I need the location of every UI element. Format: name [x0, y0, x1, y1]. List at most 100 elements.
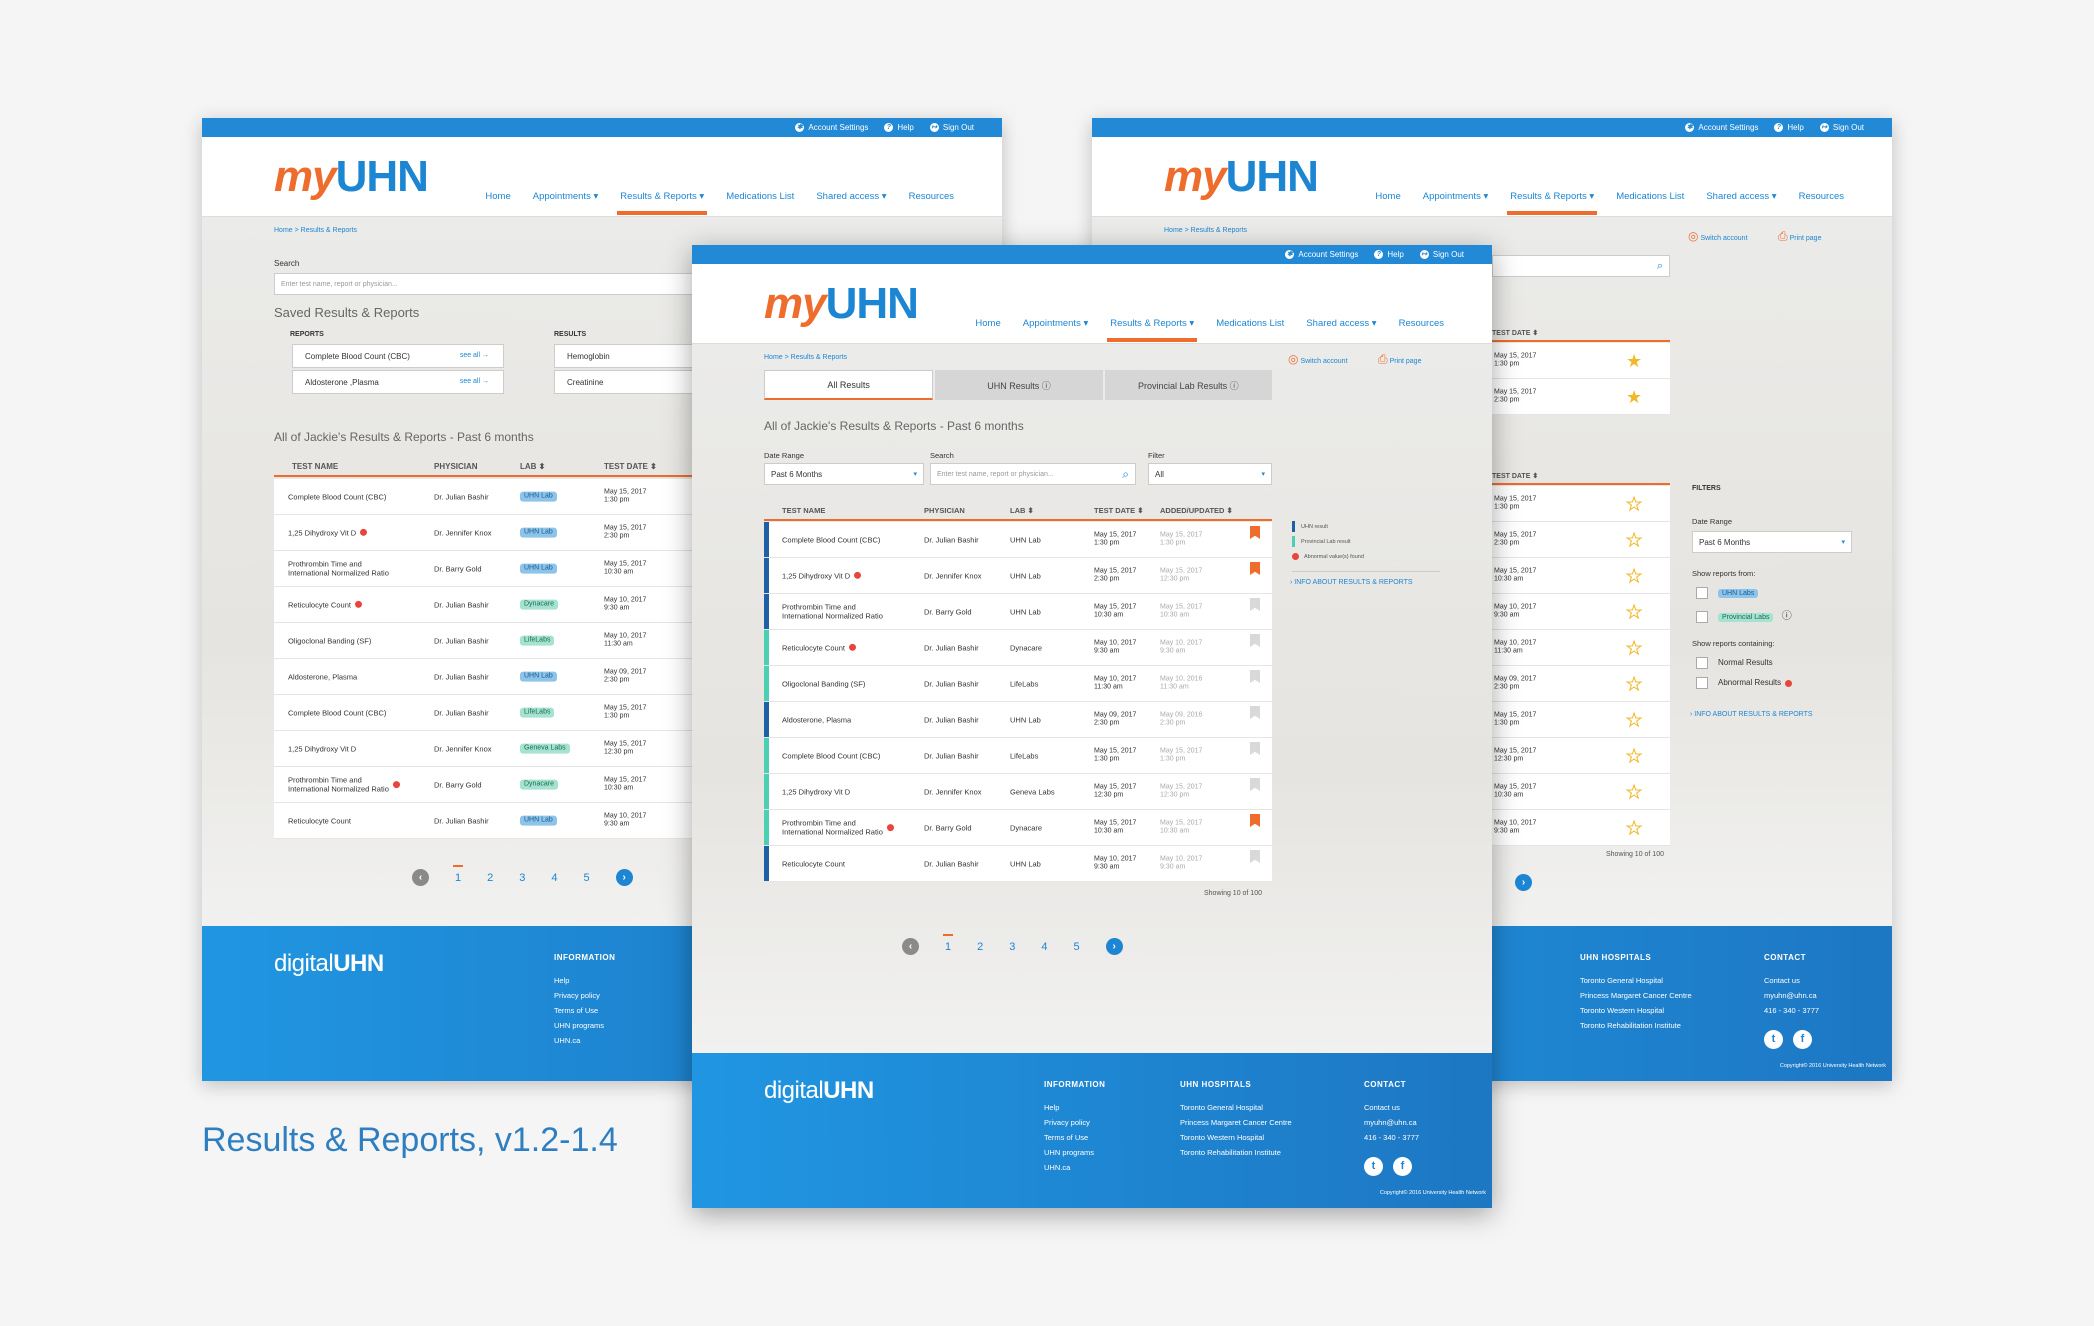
table-row[interactable]: Reticulocyte Count Dr. Julian Bashir UHN L… [274, 803, 714, 839]
normal-results-checkbox[interactable]: Normal Results [1696, 657, 1773, 669]
test-name[interactable]: 1,25 Dihydroxy Vit D [288, 744, 356, 753]
test-name[interactable]: Prothrombin Time and International Normal… [782, 818, 894, 837]
test-name[interactable]: Prothrombin Time and International Normal… [288, 775, 400, 794]
page-link[interactable]: 4 [1041, 941, 1047, 953]
next-page-icon[interactable]: › [615, 869, 633, 886]
footer-link[interactable]: Toronto General Hospital [1580, 973, 1692, 988]
nav-resources[interactable]: Resources [909, 191, 954, 202]
search-input[interactable]: Enter test name, report or physician... [274, 273, 694, 295]
table-row[interactable]: Reticulocyte Count Dr. Julian Bashir Dynac… [274, 587, 714, 623]
test-name[interactable]: Prothrombin Time and International Normal… [782, 602, 883, 621]
footer-link[interactable]: Privacy policy [1044, 1115, 1105, 1130]
star-icon[interactable]: ★ [1626, 349, 1642, 372]
footer-link[interactable]: Toronto Rehabilitation Institute [1180, 1145, 1292, 1160]
test-name[interactable]: 1,25 Dihydroxy Vit D [782, 787, 850, 796]
bookmark-icon[interactable] [1250, 562, 1260, 575]
date-range-select[interactable]: Past 6 Months ▾ [1692, 531, 1852, 553]
footer-link[interactable]: Terms of Use [554, 1003, 615, 1018]
bookmark-icon[interactable] [1250, 598, 1260, 611]
info-icon[interactable]: ⓘ [1782, 611, 1792, 622]
table-row[interactable]: Reticulocyte Count Dr. Julian Bashir Dynac… [764, 630, 1272, 666]
test-name[interactable]: Reticulocyte Count [782, 859, 845, 868]
bookmark-icon[interactable] [1250, 706, 1260, 719]
table-row[interactable]: May 10, 2017 9:30 am ★ [1492, 810, 1670, 846]
test-name[interactable]: Aldosterone, Plasma [782, 715, 851, 724]
col-added-updated[interactable]: ADDED/UPDATED ⬍ [1160, 506, 1233, 515]
table-row[interactable]: Aldosterone, Plasma Dr. Julian Bashir UHN … [274, 659, 714, 695]
saved-result-item[interactable]: Hemoglobin [554, 344, 714, 368]
myuhn-logo[interactable]: myUHN [1164, 155, 1319, 199]
star-outline-icon[interactable]: ★ [1625, 672, 1642, 695]
star-outline-icon[interactable]: ★ [1625, 492, 1642, 515]
twitter-icon[interactable]: t [1364, 1157, 1383, 1176]
page-link[interactable]: 3 [1009, 941, 1015, 953]
nav-shared-access[interactable]: Shared access ▾ [1706, 191, 1776, 202]
nav-appointments[interactable]: Appointments ▾ [533, 191, 599, 202]
table-row[interactable]: Oligoclonal Banding (SF) Dr. Julian Bashi… [764, 666, 1272, 702]
star-outline-icon[interactable]: ★ [1625, 528, 1642, 551]
next-page-icon[interactable]: › [1105, 938, 1123, 955]
col-test-date[interactable]: TEST DATE ⬍ [1492, 472, 1538, 480]
nav-home[interactable]: Home [485, 191, 510, 202]
table-row[interactable]: Complete Blood Count (CBC) Dr. Julian Bas… [274, 479, 714, 515]
table-row[interactable]: Complete Blood Count (CBC) Dr. Julian Bas… [764, 522, 1272, 558]
table-row[interactable]: May 15, 2017 1:30 pm ★ [1492, 343, 1670, 379]
footer-link[interactable]: Toronto Rehabilitation Institute [1580, 1018, 1692, 1033]
test-name[interactable]: 1,25 Dihydroxy Vit D [782, 571, 862, 580]
footer-link[interactable]: Toronto Western Hospital [1580, 1003, 1692, 1018]
footer-link[interactable]: Contact us [1364, 1100, 1419, 1115]
test-name[interactable]: Complete Blood Count (CBC) [288, 708, 386, 717]
table-row[interactable]: Prothrombin Time and International Normal… [274, 767, 714, 803]
nav-shared-access[interactable]: Shared access ▾ [816, 191, 886, 202]
search-input[interactable]: Enter test name, report or physician... ⌕ [930, 463, 1136, 485]
info-about-link[interactable]: › INFO ABOUT RESULTS & REPORTS [1290, 579, 1413, 586]
table-row[interactable]: 1,25 Dihydroxy Vit D Dr. Jennifer Knox Gen… [764, 774, 1272, 810]
breadcrumb[interactable]: Home > Results & Reports [1164, 227, 1247, 234]
table-row[interactable]: Oligoclonal Banding (SF) Dr. Julian Bashi… [274, 623, 714, 659]
switch-account-link[interactable]: ◎ Switch account [1688, 229, 1748, 243]
search-input[interactable]: ⌕ [1492, 255, 1670, 277]
star-outline-icon[interactable]: ★ [1625, 600, 1642, 623]
footer-link[interactable]: Princess Margaret Cancer Centre [1180, 1115, 1292, 1130]
col-lab[interactable]: LAB ⬍ [520, 462, 545, 471]
facebook-icon[interactable]: f [1393, 1157, 1412, 1176]
nav-medications[interactable]: Medications List [1616, 191, 1684, 202]
table-row[interactable]: May 15, 2017 12:30 pm ★ [1492, 738, 1670, 774]
star-outline-icon[interactable]: ★ [1625, 816, 1642, 839]
help-link[interactable]: ? Help [884, 123, 914, 132]
col-test-date[interactable]: TEST DATE ⬍ [604, 462, 657, 471]
test-name[interactable]: Reticulocyte Count [782, 643, 856, 652]
nav-results-reports[interactable]: Results & Reports ▾ [617, 191, 708, 215]
tab-all-results[interactable]: All Results [764, 370, 934, 400]
table-row[interactable]: May 15, 2017 10:30 am ★ [1492, 558, 1670, 594]
page-link[interactable]: 2 [977, 941, 983, 953]
test-name[interactable]: Oligoclonal Banding (SF) [288, 636, 371, 645]
saved-result-item[interactable]: Creatinine [554, 370, 714, 394]
col-test-date[interactable]: TEST DATE ⬍ [1492, 329, 1538, 337]
col-physician[interactable]: PHYSICIAN [434, 462, 478, 471]
col-test-name[interactable]: TEST NAME [782, 506, 825, 515]
col-lab[interactable]: LAB ⬍ [1010, 506, 1034, 515]
uhn-labs-checkbox[interactable]: UHN Labs [1696, 587, 1759, 599]
star-outline-icon[interactable]: ★ [1625, 636, 1642, 659]
sign-out-link[interactable]: ↦ Sign Out [1819, 123, 1864, 132]
table-row[interactable]: May 10, 2017 9:30 am ★ [1492, 594, 1670, 630]
search-icon[interactable]: ⌕ [1122, 467, 1129, 482]
page-link[interactable]: 4 [551, 872, 557, 884]
nav-results-reports[interactable]: Results & Reports ▾ [1507, 191, 1598, 215]
col-physician[interactable]: PHYSICIAN [924, 506, 965, 515]
myuhn-logo[interactable]: myUHN [764, 282, 919, 326]
footer-link[interactable]: Toronto General Hospital [1180, 1100, 1292, 1115]
star-outline-icon[interactable]: ★ [1625, 564, 1642, 587]
nav-results-reports[interactable]: Results & Reports ▾ [1107, 318, 1198, 342]
test-name[interactable]: 1,25 Dihydroxy Vit D [288, 528, 368, 537]
test-name[interactable]: Complete Blood Count (CBC) [782, 751, 880, 760]
nav-resources[interactable]: Resources [1799, 191, 1844, 202]
nav-home[interactable]: Home [975, 318, 1000, 329]
myuhn-logo[interactable]: myUHN [274, 155, 429, 199]
table-row[interactable]: May 15, 2017 2:30 pm ★ [1492, 379, 1670, 415]
nav-shared-access[interactable]: Shared access ▾ [1306, 318, 1376, 329]
print-page-link[interactable]: ⎙ Print page [1378, 352, 1421, 367]
nav-medications[interactable]: Medications List [1216, 318, 1284, 329]
search-icon[interactable]: ⌕ [1657, 260, 1663, 273]
